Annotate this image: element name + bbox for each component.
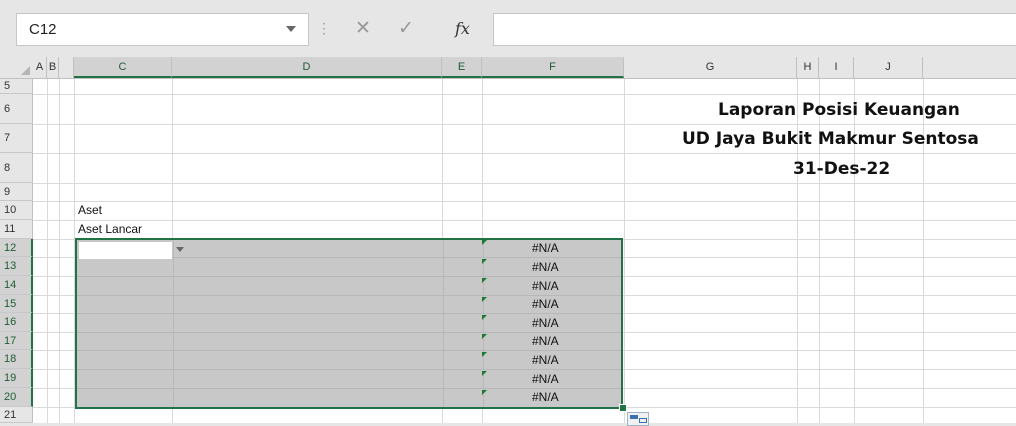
cell-c11[interactable]: Aset Lancar	[78, 222, 142, 236]
cell-f12[interactable]: #N/A	[532, 241, 559, 255]
row-header-18[interactable]: 18	[0, 350, 33, 369]
row-header-15[interactable]: 15	[0, 295, 33, 313]
row-header-11[interactable]: 11	[0, 220, 33, 239]
column-header-d[interactable]: D	[172, 57, 442, 78]
column-header-i[interactable]: I	[819, 57, 854, 78]
cancel-icon[interactable]: ✕	[355, 17, 371, 40]
column-header-f[interactable]: F	[482, 57, 624, 78]
column-header-e[interactable]: E	[442, 57, 482, 78]
gridline	[33, 94, 1016, 95]
report-title: Laporan Posisi Keuangan	[718, 100, 960, 120]
row-header-10[interactable]: 10	[0, 201, 33, 220]
formula-input[interactable]	[493, 13, 1016, 46]
column-header-c[interactable]: C	[74, 57, 172, 78]
column-header-g[interactable]: G	[624, 57, 797, 78]
error-indicator-icon	[482, 371, 487, 376]
row-header-21[interactable]: 21	[0, 407, 33, 423]
cell-f15[interactable]: #N/A	[532, 297, 559, 311]
gridline	[33, 124, 1016, 125]
gridline	[47, 79, 48, 423]
column-header-j[interactable]: J	[854, 57, 923, 78]
gridline	[33, 183, 1016, 184]
cell-f16[interactable]: #N/A	[532, 316, 559, 330]
selection-divider	[77, 350, 621, 351]
cell-f20[interactable]: #N/A	[532, 390, 559, 404]
fill-handle[interactable]	[619, 404, 627, 412]
spreadsheet-grid[interactable]: A B C D E F G H I J 5 6 7 8 9 10 11 12 1…	[0, 57, 1016, 426]
selection-divider	[77, 369, 621, 370]
gridline	[624, 79, 625, 423]
row-header-12[interactable]: 12	[0, 239, 33, 257]
error-indicator-icon	[482, 315, 487, 320]
selection-divider	[77, 388, 621, 389]
selection-divider	[173, 240, 174, 407]
formula-bar-separator: ⋮	[317, 20, 331, 36]
dropdown-arrow-icon[interactable]	[176, 247, 184, 252]
active-cell-c12[interactable]	[79, 242, 172, 259]
gridline	[33, 220, 1016, 221]
selection-divider	[77, 295, 621, 296]
quick-analysis-icon[interactable]	[627, 412, 649, 426]
name-box[interactable]: C12	[16, 13, 309, 46]
selection-divider	[443, 240, 444, 407]
error-indicator-icon	[482, 390, 487, 395]
cell-f18[interactable]: #N/A	[532, 353, 559, 367]
cell-f17[interactable]: #N/A	[532, 334, 559, 348]
insert-function-icon[interactable]: fx	[455, 19, 470, 38]
row-header-5[interactable]: 5	[0, 79, 33, 94]
row-header-17[interactable]: 17	[0, 332, 33, 350]
name-box-dropdown-icon[interactable]	[286, 26, 296, 32]
cell-f14[interactable]: #N/A	[532, 279, 559, 293]
column-header-a[interactable]: A	[33, 57, 47, 78]
row-header-13[interactable]: 13	[0, 257, 33, 276]
column-header-b[interactable]: B	[47, 57, 59, 78]
cell-f13[interactable]: #N/A	[532, 260, 559, 274]
column-header-bar: A B C D E F G H I J	[0, 57, 1016, 79]
gridline	[33, 153, 1016, 154]
row-header-14[interactable]: 14	[0, 276, 33, 295]
column-header-h[interactable]: H	[797, 57, 819, 78]
selection-divider	[77, 276, 621, 277]
column-header-gap	[59, 57, 74, 78]
row-header-6[interactable]: 6	[0, 94, 33, 124]
cell-f19[interactable]: #N/A	[532, 372, 559, 386]
row-header-7[interactable]: 7	[0, 124, 33, 153]
gridline	[59, 79, 60, 423]
error-indicator-icon	[482, 259, 487, 264]
name-box-value: C12	[29, 21, 57, 38]
error-indicator-icon	[482, 278, 487, 283]
error-indicator-icon	[482, 352, 487, 357]
error-indicator-icon	[482, 334, 487, 339]
enter-icon[interactable]: ✓	[398, 17, 414, 40]
error-indicator-icon	[482, 240, 487, 245]
gridline	[33, 201, 1016, 202]
quick-analysis-glyph	[639, 418, 647, 423]
error-indicator-icon	[482, 297, 487, 302]
formula-buttons: ✕ ✓ fx	[338, 13, 488, 46]
row-header-9[interactable]: 9	[0, 183, 33, 201]
selection-divider	[77, 332, 621, 333]
row-header-16[interactable]: 16	[0, 313, 33, 332]
report-date: 31-Des-22	[793, 159, 891, 179]
quick-analysis-glyph	[630, 415, 638, 419]
row-header-8[interactable]: 8	[0, 153, 33, 183]
selected-range[interactable]: #N/A #N/A #N/A #N/A #N/A #N/A #N/A #N/A …	[75, 238, 623, 409]
selection-divider	[483, 240, 484, 407]
formula-bar-area: C12 ⋮ ✕ ✓ fx	[0, 0, 1016, 57]
company-name: UD Jaya Bukit Makmur Sentosa	[682, 129, 979, 149]
select-all-corner[interactable]	[0, 57, 33, 78]
row-header-19[interactable]: 19	[0, 369, 33, 388]
cell-c10[interactable]: Aset	[78, 203, 102, 217]
selection-divider	[77, 313, 621, 314]
row-header-20[interactable]: 20	[0, 388, 33, 407]
select-all-triangle-icon	[21, 66, 30, 75]
